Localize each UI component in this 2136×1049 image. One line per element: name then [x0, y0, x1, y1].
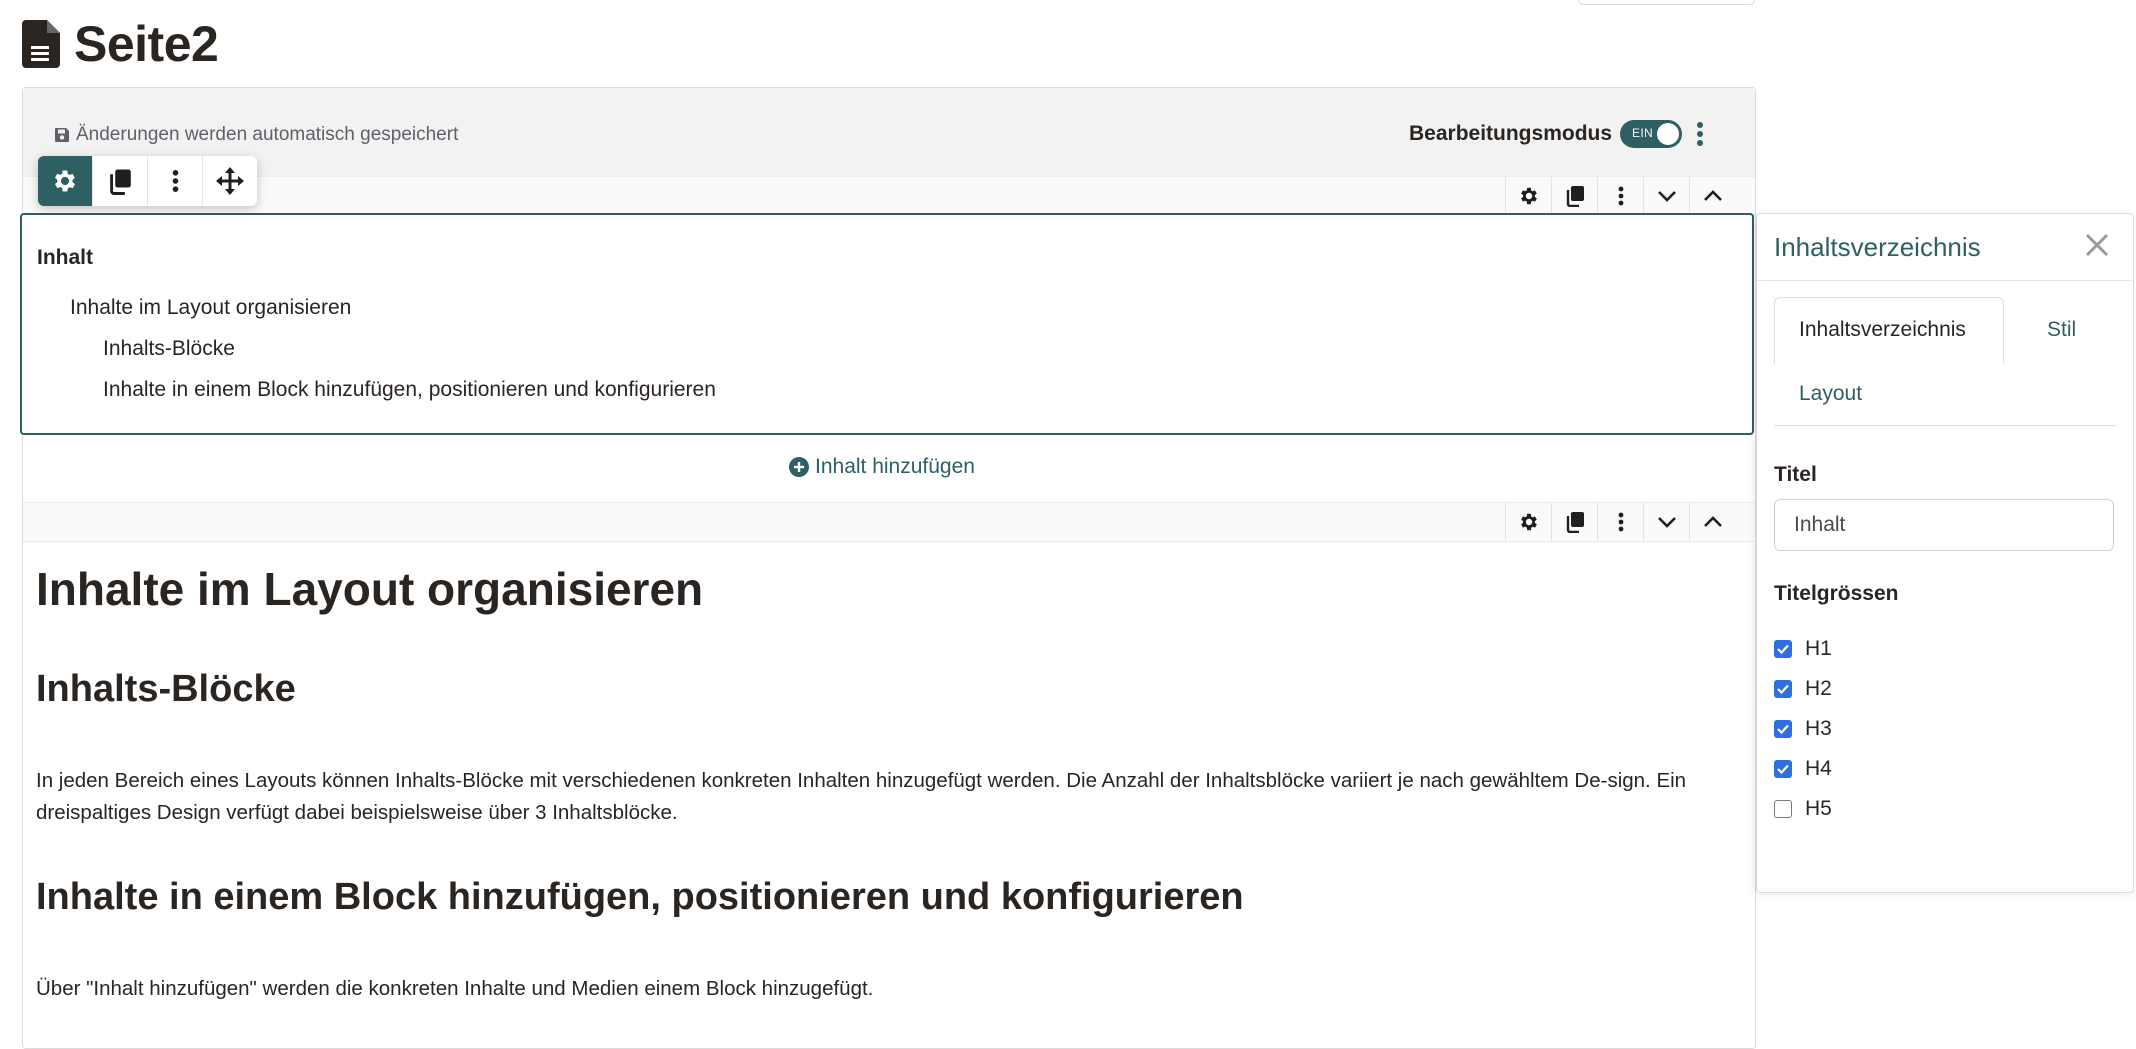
float-more-button[interactable] — [148, 156, 203, 206]
more-vertical-icon[interactable] — [1696, 121, 1704, 147]
content-heading-2: Inhalts-Blöcke — [36, 668, 296, 710]
float-settings-button[interactable] — [38, 156, 93, 206]
block-toolbar-icons — [1505, 177, 1735, 215]
checkbox-h1[interactable] — [1774, 640, 1792, 658]
chevron-up-icon — [1703, 516, 1722, 527]
toc-item-1[interactable]: Inhalte im Layout organisieren — [70, 296, 351, 320]
document-icon — [22, 20, 60, 68]
more-vertical-icon — [1618, 186, 1623, 206]
checkbox-h4-row[interactable]: H4 — [1774, 757, 1832, 781]
float-move-button[interactable] — [203, 156, 257, 206]
block-copy-button[interactable] — [1551, 177, 1597, 215]
block-more-button[interactable] — [1597, 503, 1643, 541]
checkmark-icon — [1777, 724, 1789, 734]
panel-divider — [1757, 280, 2131, 281]
move-down-button[interactable] — [1643, 177, 1689, 215]
save-icon — [55, 128, 69, 142]
checkbox-h2-row[interactable]: H2 — [1774, 677, 1832, 701]
title-sizes-label: Titelgrössen — [1774, 582, 1899, 605]
autosave-text: Änderungen werden automatisch gespeicher… — [76, 124, 459, 145]
block-settings-button[interactable] — [1505, 177, 1551, 215]
panel-title: Inhaltsverzeichnis — [1774, 232, 1981, 262]
checkbox-h3-label: H3 — [1805, 717, 1832, 740]
edit-mode-toggle[interactable]: EIN — [1620, 120, 1683, 148]
edit-mode-label: Bearbeitungsmodus — [1409, 122, 1613, 145]
move-icon — [216, 167, 244, 195]
copy-icon — [1566, 512, 1584, 533]
block-toolbar-icons — [1505, 503, 1735, 541]
title-input[interactable] — [1774, 499, 2114, 551]
gear-icon — [54, 170, 76, 192]
chevron-down-icon — [1657, 517, 1676, 528]
toc-block-toolbar — [23, 176, 1755, 216]
checkbox-h5-label: H5 — [1805, 797, 1832, 820]
checkmark-icon — [1777, 684, 1789, 694]
toc-item-2[interactable]: Inhalts-Blöcke — [103, 337, 235, 361]
checkbox-h5-row[interactable]: H5 — [1774, 797, 1832, 821]
tab-layout[interactable]: Layout — [1799, 382, 1862, 406]
add-content-button[interactable]: Inhalt hinzufügen — [789, 455, 975, 479]
checkbox-h4-label: H4 — [1805, 757, 1832, 780]
gear-icon — [1520, 187, 1537, 205]
gear-icon — [1520, 513, 1537, 531]
content-paragraph-1: In jeden Bereich eines Layouts können In… — [36, 769, 1687, 824]
block-settings-button[interactable] — [1505, 503, 1551, 541]
more-vertical-icon — [172, 170, 178, 192]
block-copy-button[interactable] — [1551, 503, 1597, 541]
content-heading-3: Inhalte in einem Block hinzufügen, posit… — [36, 876, 1244, 918]
checkbox-h1-label: H1 — [1805, 637, 1832, 660]
tab-inhaltsverzeichnis-label: Inhaltsverzeichnis — [1799, 318, 1966, 341]
checkbox-h3[interactable] — [1774, 720, 1792, 738]
checkbox-h2[interactable] — [1774, 680, 1792, 698]
content-block-toolbar — [23, 502, 1755, 542]
chevron-up-icon — [1703, 190, 1722, 201]
autosave-status: Änderungen werden automatisch gespeicher… — [54, 124, 458, 146]
page-title-row: Seite2 — [22, 16, 219, 72]
checkbox-h1-row[interactable]: H1 — [1774, 637, 1832, 661]
title-field-label: Titel — [1774, 463, 1817, 486]
toc-item-3[interactable]: Inhalte in einem Block hinzufügen, posit… — [103, 378, 716, 402]
block-more-button[interactable] — [1597, 177, 1643, 215]
move-down-button[interactable] — [1643, 503, 1689, 541]
checkbox-h4[interactable] — [1774, 760, 1792, 778]
checkbox-h3-row[interactable]: H3 — [1774, 717, 1832, 741]
content-heading-1: Inhalte im Layout organisieren — [36, 563, 704, 615]
content-paragraph-2: Über "Inhalt hinzufügen" werden die konk… — [36, 977, 874, 1000]
add-content-label: Inhalt hinzufügen — [815, 455, 975, 478]
move-up-button[interactable] — [1689, 503, 1735, 541]
toggle-knob — [1657, 123, 1680, 145]
float-copy-button[interactable] — [93, 156, 148, 206]
top-partial-button[interactable] — [1578, 0, 1755, 5]
edit-mode-control: Bearbeitungsmodus EIN — [1409, 120, 1704, 148]
tab-stil[interactable]: Stil — [2047, 318, 2076, 342]
checkmark-icon — [1777, 764, 1789, 774]
copy-icon — [110, 169, 131, 195]
tabs-underline — [1774, 425, 2116, 426]
checkmark-icon — [1777, 644, 1789, 654]
toc-block-title: Inhalt — [37, 246, 93, 269]
close-icon[interactable] — [2083, 231, 2111, 259]
toggle-text: EIN — [1632, 126, 1653, 140]
checkbox-h2-label: H2 — [1805, 677, 1832, 700]
chevron-down-icon — [1657, 191, 1676, 202]
plus-circle-icon — [789, 457, 809, 477]
copy-icon — [1566, 186, 1584, 207]
checkbox-h5[interactable] — [1774, 800, 1792, 818]
move-up-button[interactable] — [1689, 177, 1735, 215]
page-title: Seite2 — [74, 16, 219, 72]
more-vertical-icon — [1618, 512, 1623, 532]
floating-block-toolbar — [38, 156, 257, 206]
